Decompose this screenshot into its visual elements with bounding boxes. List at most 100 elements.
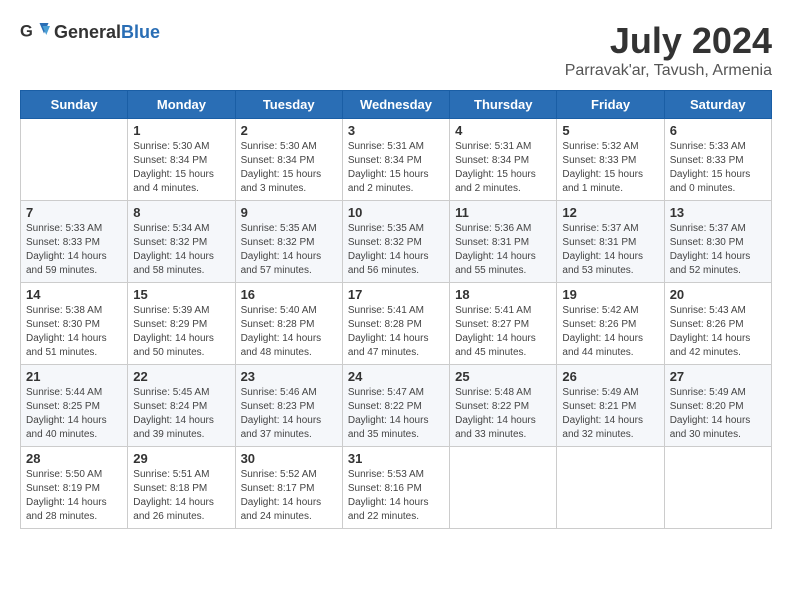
calendar-cell: 3 Sunrise: 5:31 AM Sunset: 8:34 PM Daylig… [342, 119, 449, 201]
day-info: Sunrise: 5:52 AM Sunset: 8:17 PM Dayligh… [241, 468, 337, 524]
day-number: 18 [455, 287, 551, 302]
day-info: Sunrise: 5:38 AM Sunset: 8:30 PM Dayligh… [26, 304, 122, 360]
day-header-wednesday: Wednesday [342, 91, 449, 119]
logo-blue: Blue [121, 22, 160, 42]
day-header-thursday: Thursday [450, 91, 557, 119]
day-number: 15 [133, 287, 229, 302]
calendar-cell: 10 Sunrise: 5:35 AM Sunset: 8:32 PM Dayli… [342, 201, 449, 283]
day-info: Sunrise: 5:34 AM Sunset: 8:32 PM Dayligh… [133, 222, 229, 278]
calendar-cell: 27 Sunrise: 5:49 AM Sunset: 8:20 PM Dayli… [664, 365, 771, 447]
logo-icon: G [20, 20, 50, 44]
day-info: Sunrise: 5:53 AM Sunset: 8:16 PM Dayligh… [348, 468, 444, 524]
calendar-week-1: 1Sunrise: 5:30 AM Sunset: 8:34 PM Daylig… [21, 119, 772, 201]
day-number: 31 [348, 451, 444, 466]
calendar-cell: 19Sunrise: 5:42 AM Sunset: 8:26 PM Dayli… [557, 283, 664, 365]
day-number: 13 [670, 205, 766, 220]
calendar-cell: 15 Sunrise: 5:39 AM Sunset: 8:29 PM Dayli… [128, 283, 235, 365]
calendar-cell [450, 447, 557, 529]
day-info: Sunrise: 5:31 AM Sunset: 8:34 PM Dayligh… [455, 140, 551, 196]
day-info: Sunrise: 5:47 AM Sunset: 8:22 PM Dayligh… [348, 386, 444, 442]
day-info: Sunrise: 5:45 AM Sunset: 8:24 PM Dayligh… [133, 386, 229, 442]
calendar-cell: 7 Sunrise: 5:33 AM Sunset: 8:33 PM Daylig… [21, 201, 128, 283]
day-number: 26 [562, 369, 658, 384]
day-number: 19 [562, 287, 658, 302]
location: Parravak'ar, Tavush, Armenia [565, 62, 772, 80]
day-info: Sunrise: 5:33 AM Sunset: 8:33 PM Dayligh… [26, 222, 122, 278]
svg-text:G: G [20, 23, 33, 41]
day-info: Sunrise: 5:33 AM Sunset: 8:33 PM Dayligh… [670, 140, 766, 196]
day-info: Sunrise: 5:51 AM Sunset: 8:18 PM Dayligh… [133, 468, 229, 524]
day-number: 12 [562, 205, 658, 220]
day-number: 5 [562, 123, 658, 138]
page-header: G GeneralBlue July 2024 Parravak'ar, Tav… [20, 20, 772, 80]
day-number: 10 [348, 205, 444, 220]
day-number: 3 [348, 123, 444, 138]
logo-general: General [54, 22, 121, 42]
day-info: Sunrise: 5:43 AM Sunset: 8:26 PM Dayligh… [670, 304, 766, 360]
day-number: 22 [133, 369, 229, 384]
day-number: 6 [670, 123, 766, 138]
calendar-cell [664, 447, 771, 529]
day-number: 27 [670, 369, 766, 384]
day-info: Sunrise: 5:39 AM Sunset: 8:29 PM Dayligh… [133, 304, 229, 360]
day-number: 1 [133, 123, 229, 138]
day-number: 24 [348, 369, 444, 384]
calendar-cell: 28 Sunrise: 5:50 AM Sunset: 8:19 PM Dayli… [21, 447, 128, 529]
calendar-cell: 16Sunrise: 5:40 AM Sunset: 8:28 PM Dayli… [235, 283, 342, 365]
day-number: 29 [133, 451, 229, 466]
day-header-tuesday: Tuesday [235, 91, 342, 119]
day-info: Sunrise: 5:46 AM Sunset: 8:23 PM Dayligh… [241, 386, 337, 442]
day-info: Sunrise: 5:37 AM Sunset: 8:31 PM Dayligh… [562, 222, 658, 278]
day-info: Sunrise: 5:49 AM Sunset: 8:20 PM Dayligh… [670, 386, 766, 442]
month-year: July 2024 [565, 20, 772, 62]
day-header-saturday: Saturday [664, 91, 771, 119]
day-info: Sunrise: 5:37 AM Sunset: 8:30 PM Dayligh… [670, 222, 766, 278]
day-number: 14 [26, 287, 122, 302]
day-number: 8 [133, 205, 229, 220]
calendar-cell: 6 Sunrise: 5:33 AM Sunset: 8:33 PM Daylig… [664, 119, 771, 201]
day-info: Sunrise: 5:48 AM Sunset: 8:22 PM Dayligh… [455, 386, 551, 442]
calendar-cell: 12 Sunrise: 5:37 AM Sunset: 8:31 PM Dayli… [557, 201, 664, 283]
day-info: Sunrise: 5:35 AM Sunset: 8:32 PM Dayligh… [241, 222, 337, 278]
day-info: Sunrise: 5:32 AM Sunset: 8:33 PM Dayligh… [562, 140, 658, 196]
title-section: July 2024 Parravak'ar, Tavush, Armenia [565, 20, 772, 80]
day-number: 30 [241, 451, 337, 466]
day-number: 9 [241, 205, 337, 220]
calendar-cell: 1Sunrise: 5:30 AM Sunset: 8:34 PM Daylig… [128, 119, 235, 201]
calendar-cell: 8 Sunrise: 5:34 AM Sunset: 8:32 PM Daylig… [128, 201, 235, 283]
day-number: 20 [670, 287, 766, 302]
calendar-cell: 2Sunrise: 5:30 AM Sunset: 8:34 PM Daylig… [235, 119, 342, 201]
calendar-cell: 11 Sunrise: 5:36 AM Sunset: 8:31 PM Dayli… [450, 201, 557, 283]
day-info: Sunrise: 5:40 AM Sunset: 8:28 PM Dayligh… [241, 304, 337, 360]
calendar-cell: 4Sunrise: 5:31 AM Sunset: 8:34 PM Daylig… [450, 119, 557, 201]
day-info: Sunrise: 5:31 AM Sunset: 8:34 PM Dayligh… [348, 140, 444, 196]
calendar-cell: 23 Sunrise: 5:46 AM Sunset: 8:23 PM Dayli… [235, 365, 342, 447]
calendar-cell: 13 Sunrise: 5:37 AM Sunset: 8:30 PM Dayli… [664, 201, 771, 283]
day-header-friday: Friday [557, 91, 664, 119]
day-number: 11 [455, 205, 551, 220]
calendar-week-2: 7 Sunrise: 5:33 AM Sunset: 8:33 PM Daylig… [21, 201, 772, 283]
calendar-week-3: 14 Sunrise: 5:38 AM Sunset: 8:30 PM Dayli… [21, 283, 772, 365]
day-info: Sunrise: 5:36 AM Sunset: 8:31 PM Dayligh… [455, 222, 551, 278]
day-number: 21 [26, 369, 122, 384]
calendar-cell: 29 Sunrise: 5:51 AM Sunset: 8:18 PM Dayli… [128, 447, 235, 529]
calendar-cell: 26Sunrise: 5:49 AM Sunset: 8:21 PM Dayli… [557, 365, 664, 447]
calendar-cell: 5 Sunrise: 5:32 AM Sunset: 8:33 PM Daylig… [557, 119, 664, 201]
calendar-header-row: SundayMondayTuesdayWednesdayThursdayFrid… [21, 91, 772, 119]
day-info: Sunrise: 5:41 AM Sunset: 8:27 PM Dayligh… [455, 304, 551, 360]
calendar-cell: 22 Sunrise: 5:45 AM Sunset: 8:24 PM Dayli… [128, 365, 235, 447]
calendar-cell: 21 Sunrise: 5:44 AM Sunset: 8:25 PM Dayli… [21, 365, 128, 447]
calendar-cell [557, 447, 664, 529]
day-info: Sunrise: 5:44 AM Sunset: 8:25 PM Dayligh… [26, 386, 122, 442]
day-number: 2 [241, 123, 337, 138]
calendar-week-4: 21 Sunrise: 5:44 AM Sunset: 8:25 PM Dayli… [21, 365, 772, 447]
day-number: 7 [26, 205, 122, 220]
calendar-cell: 20 Sunrise: 5:43 AM Sunset: 8:26 PM Dayli… [664, 283, 771, 365]
day-info: Sunrise: 5:35 AM Sunset: 8:32 PM Dayligh… [348, 222, 444, 278]
day-number: 23 [241, 369, 337, 384]
calendar-cell: 25 Sunrise: 5:48 AM Sunset: 8:22 PM Dayli… [450, 365, 557, 447]
day-number: 28 [26, 451, 122, 466]
day-number: 25 [455, 369, 551, 384]
day-info: Sunrise: 5:50 AM Sunset: 8:19 PM Dayligh… [26, 468, 122, 524]
calendar-cell: 14 Sunrise: 5:38 AM Sunset: 8:30 PM Dayli… [21, 283, 128, 365]
